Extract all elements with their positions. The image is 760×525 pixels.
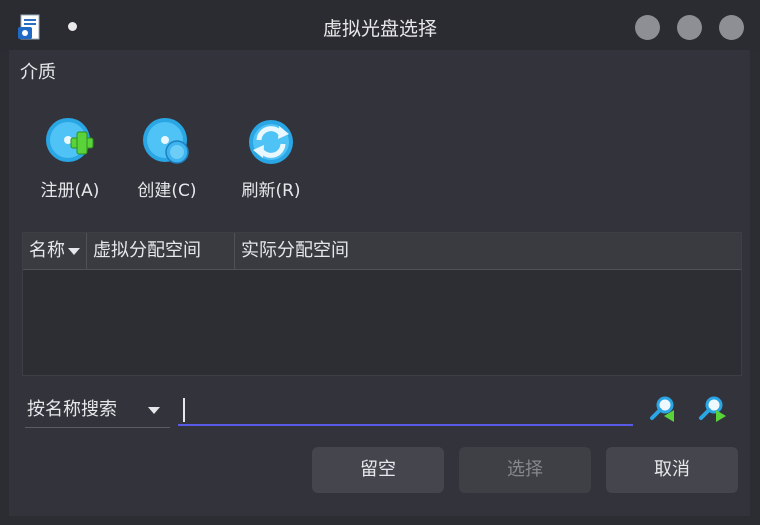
search-input[interactable] — [178, 394, 633, 426]
register-button[interactable]: 注册(A) — [25, 116, 115, 206]
register-label: 注册(A) — [40, 181, 100, 201]
chevron-down-icon — [148, 407, 160, 414]
text-caret — [183, 398, 185, 422]
column-header-virtual-size[interactable]: 虚拟分配空间 — [87, 233, 235, 269]
refresh-label: 刷新(R) — [241, 181, 301, 201]
cancel-button[interactable]: 取消 — [606, 447, 738, 493]
close-icon[interactable] — [719, 15, 744, 40]
column-header-name[interactable]: 名称 — [23, 233, 87, 269]
sort-descending-icon — [68, 247, 80, 255]
minimize-icon[interactable] — [635, 15, 660, 40]
search-backward-icon[interactable] — [648, 394, 678, 424]
search-forward-icon[interactable] — [698, 394, 728, 424]
column-header-actual-size[interactable]: 实际分配空间 — [235, 233, 741, 269]
create-label: 创建(C) — [137, 181, 197, 201]
media-group-label: 介质 — [20, 62, 56, 83]
leave-empty-button[interactable]: 留空 — [312, 447, 444, 493]
search-mode-select[interactable]: 按名称搜索 — [25, 395, 170, 428]
add-icon — [46, 118, 94, 162]
table-header: 名称 虚拟分配空间 实际分配空间 — [23, 233, 741, 270]
media-table[interactable]: 名称 虚拟分配空间 实际分配空间 — [22, 232, 742, 376]
disc-create-icon — [143, 118, 189, 164]
refresh-button[interactable]: 刷新(R) — [226, 116, 316, 206]
create-button[interactable]: 创建(C) — [122, 116, 212, 206]
search-mode-value: 按名称搜索 — [27, 399, 117, 420]
choose-button[interactable]: 选择 — [459, 447, 591, 493]
refresh-icon — [249, 120, 293, 164]
maximize-icon[interactable] — [677, 15, 702, 40]
title-bar: 虚拟光盘选择 — [0, 0, 760, 52]
